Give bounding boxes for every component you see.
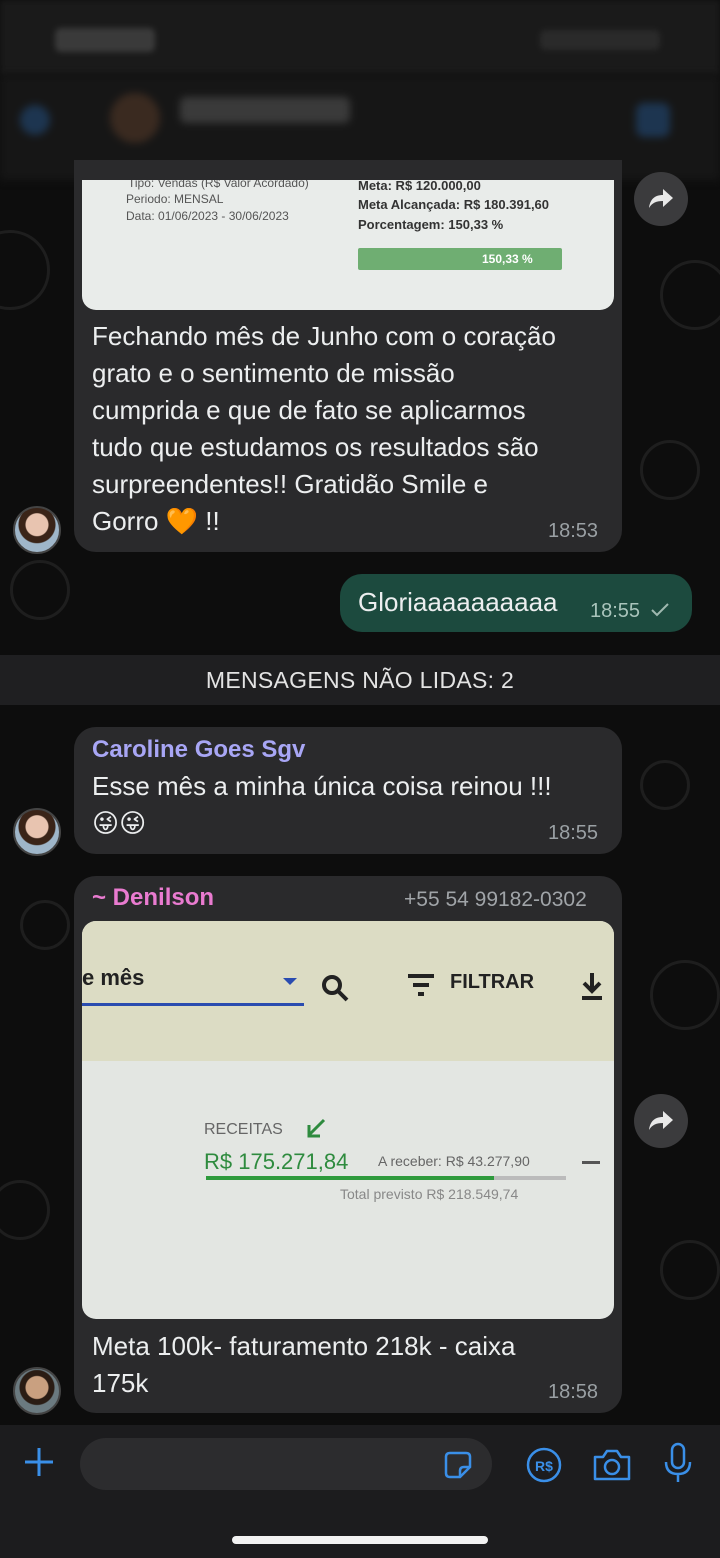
sender-phone: +55 54 99182-0302 [404,888,587,911]
plus-icon [25,1448,53,1476]
message-line: Esse mês a minha única coisa reinou !!! [92,771,552,801]
chat-title-blurred[interactable] [180,97,350,123]
message-input[interactable] [80,1438,492,1490]
message-line: Gorro 🧡 !! [92,506,220,536]
forward-button-2[interactable] [634,1094,688,1148]
avatar-caroline[interactable] [13,506,61,554]
back-icon[interactable] [20,105,50,135]
search-icon [322,975,349,1002]
message-line: 175k [92,1368,149,1398]
unread-messages-banner: MENSAGENS NÃO LIDAS: 2 [0,655,720,705]
group-avatar[interactable] [110,93,160,143]
download-icon [582,973,602,1000]
image-valor: R$ 175.271,84 [204,1149,349,1174]
message-line: 😜😜 [92,808,147,838]
message-text-3: Esse mês a minha única coisa reinou !!! … [92,768,612,842]
image-progress-track [206,1176,566,1180]
message-text-1: Fechando mês de Junho com o coração grat… [92,318,612,540]
payment-icon: R$ [526,1447,562,1483]
avatar-denilson[interactable] [13,1367,61,1415]
status-icons-blurred [540,30,660,50]
sticker-button[interactable] [440,1447,476,1483]
image-dash [582,1161,600,1164]
check-icon [651,603,669,617]
image-data: Data: 01/06/2023 - 30/06/2023 [126,209,289,223]
image-porcentagem: Porcentagem: 150,33 % [358,217,504,232]
image-meta-alcancada: Meta Alcançada: R$ 180.391,60 [358,197,550,212]
message-line: Fechando mês de Junho com o coração [92,321,556,351]
camera-icon [593,1449,631,1481]
message-line: Meta 100k- faturamento 218k - caixa [92,1331,516,1361]
message-line: tudo que estudamos os resultados são [92,432,539,462]
svg-text:R$: R$ [535,1458,553,1474]
message-time-2: 18:55 [590,600,641,622]
message-image-2[interactable]: e mês FILTRAR RECEITAS R$ 175.271,84 A r… [82,921,614,1319]
status-bar [0,0,720,75]
forward-icon [649,189,673,208]
filter-icon [408,974,434,996]
arrow-down-left-icon [307,1118,326,1138]
image-tipo: Tipo: Vendas (R$ Valor Acordado) [128,180,309,190]
image-periodo: Periodo: MENSAL [126,192,224,206]
call-icon[interactable] [636,103,670,137]
camera-button[interactable] [590,1445,634,1485]
forward-button-1[interactable] [634,172,688,226]
message-time-4: 18:58 [548,1381,599,1403]
image-filtrar: FILTRAR [450,971,535,993]
image-total-previsto: Total previsto R$ 218.549,74 [340,1186,519,1202]
image-progress-label: 150,33 % [482,252,533,266]
image-mes: e mês [82,965,145,990]
microphone-icon [664,1442,692,1482]
voice-button[interactable] [660,1441,696,1485]
message-line: cumprida e que de fato se aplicarmos [92,395,526,425]
message-text-2: Gloriaaaaaaaaaa [358,587,558,617]
forward-icon [649,1111,673,1130]
message-time-3: 18:55 [548,822,599,844]
attach-button[interactable] [18,1441,60,1483]
sender-name-denilson[interactable]: ~ Denilson [92,884,214,912]
status-time-blurred [55,28,155,52]
dropdown-icon [283,978,297,985]
image-a-receber: A receber: R$ 43.277,90 [378,1153,530,1169]
avatar-caroline[interactable] [13,808,61,856]
message-text-4: Meta 100k- faturamento 218k - caixa 175k [92,1328,612,1402]
image-underline [82,1003,304,1006]
message-time-1: 18:53 [548,520,599,542]
payment-button[interactable]: R$ [524,1445,564,1485]
image-meta: Meta: R$ 120.000,00 [358,180,481,193]
home-indicator[interactable] [232,1536,488,1544]
message-image-1[interactable]: Tipo: Vendas (R$ Valor Acordado) Periodo… [82,180,614,310]
image-receitas: RECEITAS [204,1121,283,1138]
sticker-icon [444,1451,472,1479]
message-line: surpreendentes!! Gratidão Smile e [92,469,488,499]
sender-name-caroline[interactable]: Caroline Goes Sgv [92,736,305,764]
image-progress-fill [206,1176,494,1180]
message-line: grato e o sentimento de missão [92,358,455,388]
